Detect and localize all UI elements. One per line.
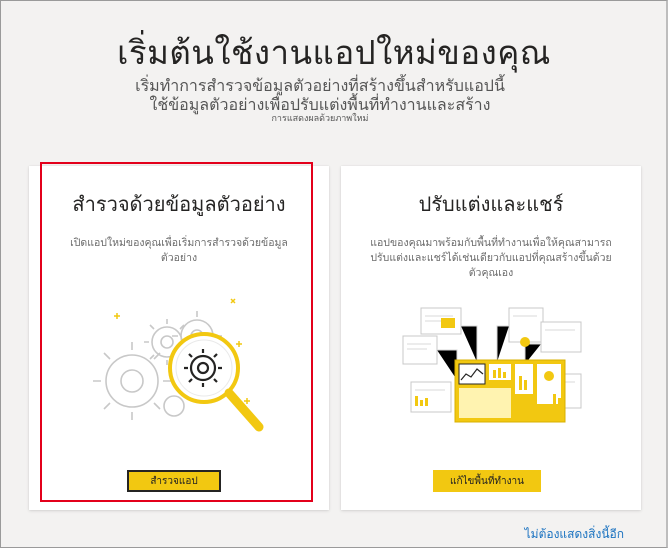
subtitle-line-3: การแสดงผลด้วยภาพใหม่ [271,114,369,124]
magnifier-gears-icon [93,298,264,432]
page-subtitle: เริ่มทำการสำรวจข้อมูลตัวอย่างที่สร้างขึ้… [110,76,530,125]
card-description: เปิดแอปใหม่ของคุณเพื่อเริ่มการสำรวจด้วยข… [70,237,288,264]
card-title: ปรับแต่งและแชร์ [418,192,564,216]
customize-share-card[interactable]: ปรับแต่งและแชร์ แอปของคุณมาพร้อมกับพื้นท… [341,166,641,510]
card-title: สำรวจด้วยข้อมูลตัวอย่าง [72,192,286,216]
edit-workspace-button[interactable]: แก้ไขพื้นที่ทำงาน [433,470,541,492]
page-title: เริ่มต้นใช้งานแอปใหม่ของคุณ [117,33,551,72]
card-description: แอปของคุณมาพร้อมกับพื้นที่ทำงานเพื่อให้ค… [370,237,612,279]
explore-sample-card[interactable]: สำรวจด้วยข้อมูลตัวอย่าง เปิดแอปใหม่ของคุ… [29,166,329,510]
subtitle-line-1: เริ่มทำการสำรวจข้อมูลตัวอย่างที่สร้างขึ้… [135,76,505,95]
dashboard-reports-icon [402,307,582,423]
explore-app-button[interactable]: สำรวจแอป [127,470,221,492]
dont-show-again-link[interactable]: ไม่ต้องแสดงสิ่งนี้อีก [525,525,624,544]
subtitle-line-2: ใช้ข้อมูลตัวอย่างเพื่อปรับแต่งพื้นที่ทำง… [149,95,491,114]
